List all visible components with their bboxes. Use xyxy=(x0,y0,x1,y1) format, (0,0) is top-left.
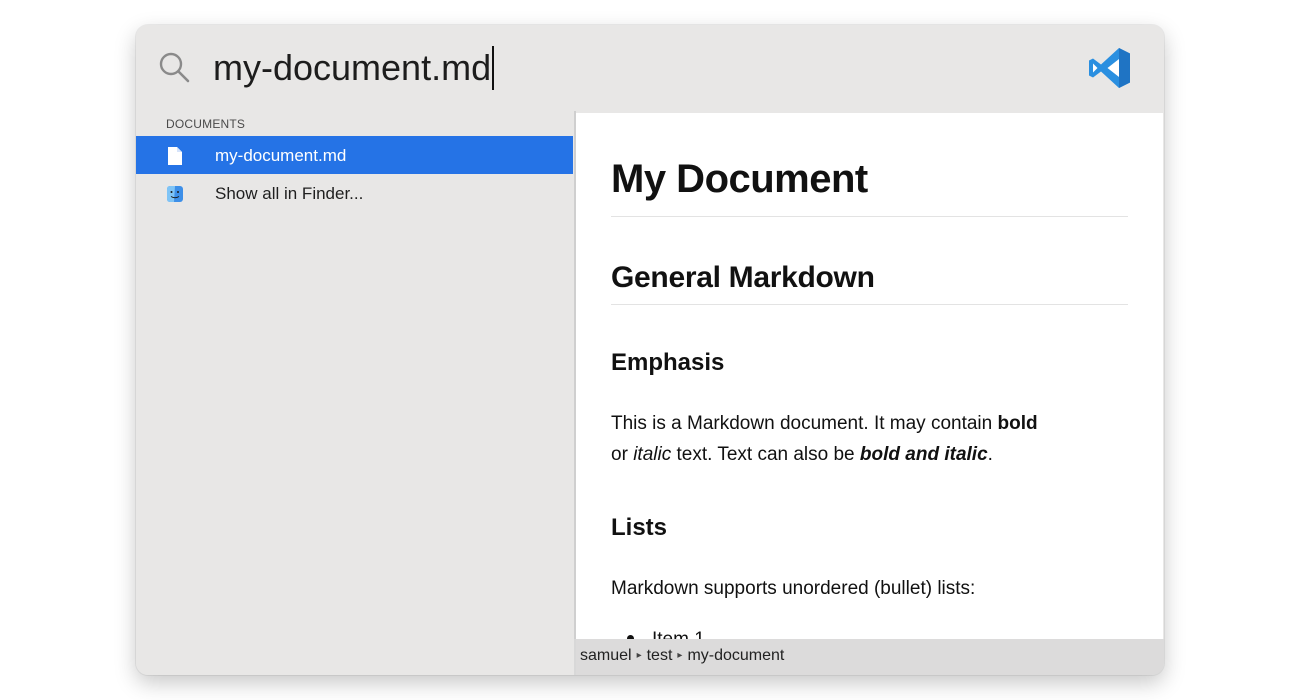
document-icon xyxy=(168,147,182,165)
heading-h1: My Document xyxy=(611,157,868,201)
search-bar[interactable]: my-document.md xyxy=(136,25,1164,111)
result-label: Show all in Finder... xyxy=(215,184,364,203)
lists-paragraph: Markdown supports unordered (bullet) lis… xyxy=(611,578,976,599)
text-run: This is a Markdown document. It may cont… xyxy=(611,413,998,434)
text-run: . xyxy=(987,444,993,465)
result-item-my-document[interactable]: my-document.md xyxy=(136,136,573,174)
italic-text: italic xyxy=(633,444,672,465)
breadcrumb-item[interactable]: samuel xyxy=(580,647,632,664)
result-label: my-document.md xyxy=(215,146,347,165)
search-query[interactable]: my-document.md xyxy=(213,47,491,88)
path-bar: samuel ▸ test ▸ my-document xyxy=(574,639,1164,675)
result-item-show-all-in-finder[interactable]: Show all in Finder... xyxy=(136,174,573,212)
breadcrumb-separator-icon: ▸ xyxy=(636,650,642,661)
search-icon xyxy=(159,52,190,83)
emphasis-paragraph: This is a Markdown document. It may cont… xyxy=(611,408,1128,470)
list-item: Item 1 xyxy=(627,629,705,639)
breadcrumb: samuel ▸ test ▸ my-document xyxy=(580,647,784,665)
section-header-documents: DOCUMENTS xyxy=(166,117,246,131)
heading-h2: General Markdown xyxy=(611,261,875,294)
breadcrumb-separator-icon: ▸ xyxy=(677,650,683,661)
text-caret xyxy=(492,46,495,90)
vscode-icon[interactable] xyxy=(1086,45,1132,91)
bold-italic-text: bold and italic xyxy=(859,444,988,465)
heading-rule xyxy=(611,304,1128,305)
heading-lists: Lists xyxy=(611,514,668,541)
results-sidebar: DOCUMENTS my-document.md Show all in Fin… xyxy=(136,111,574,675)
breadcrumb-item[interactable]: test xyxy=(647,647,673,664)
text-run: or xyxy=(611,444,634,465)
list-item-text: Item 1 xyxy=(652,629,705,639)
spotlight-window: my-document.md DOCUMENTS my-document.md xyxy=(136,25,1164,675)
text-run: text. Text can also be xyxy=(671,444,860,465)
breadcrumb-item[interactable]: my-document xyxy=(687,647,784,664)
bold-text: bold xyxy=(997,413,1038,434)
heading-emphasis: Emphasis xyxy=(611,349,725,376)
finder-icon xyxy=(167,186,183,202)
search-input[interactable]: my-document.md xyxy=(213,45,495,91)
preview-pane[interactable]: My Document General Markdown Emphasis Th… xyxy=(576,113,1163,639)
heading-rule xyxy=(611,216,1128,217)
